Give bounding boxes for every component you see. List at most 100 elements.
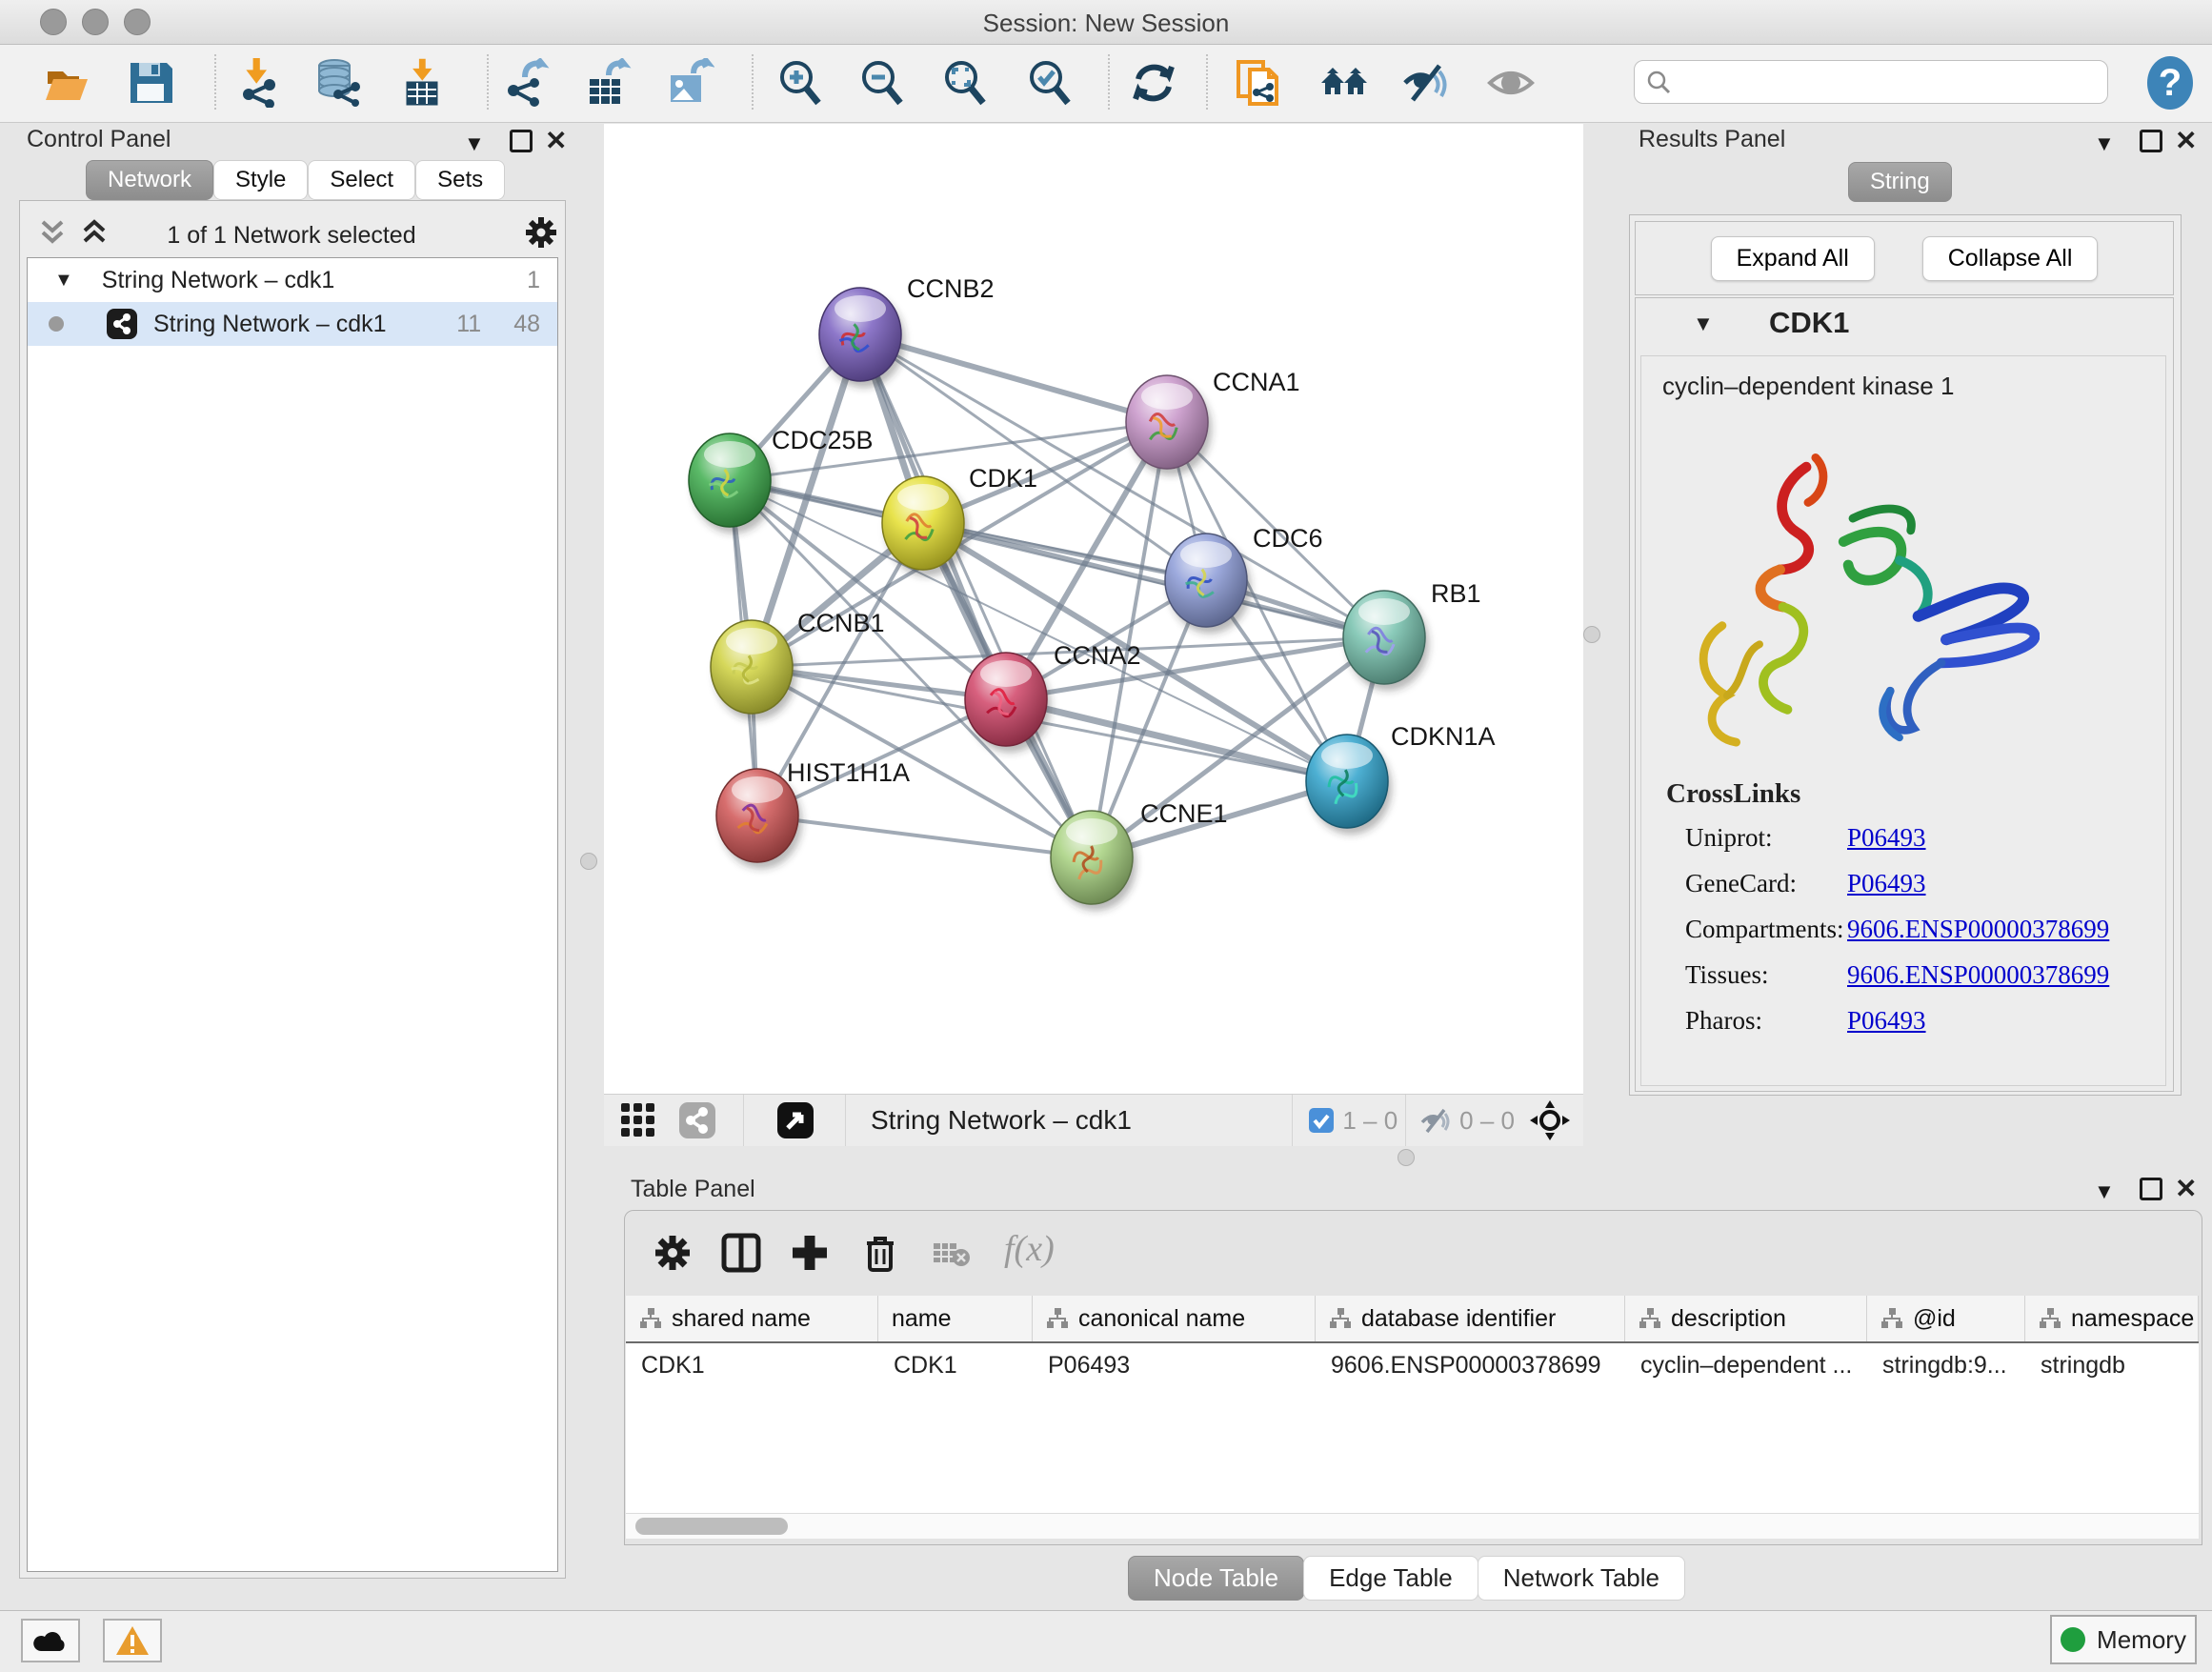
tab-string[interactable]: String	[1848, 162, 1952, 202]
table-panel-close-icon[interactable]: ✕	[2175, 1173, 2197, 1204]
network-share-view-icon[interactable]	[678, 1101, 716, 1139]
save-session-icon[interactable]	[126, 58, 175, 108]
crosslink-row: GeneCard:P06493	[1685, 869, 2165, 898]
table-cell[interactable]: CDK1	[626, 1352, 878, 1380]
node-CCNE1[interactable]: CCNE1	[1051, 799, 1228, 911]
column-header-shared-name[interactable]: shared name	[626, 1296, 878, 1341]
results-panel-close-icon[interactable]: ✕	[2175, 125, 2197, 156]
node-CDKN1A[interactable]: CDKN1A	[1306, 722, 1496, 835]
table-cell[interactable]: cyclin–dependent ...	[1625, 1352, 1867, 1380]
table-row[interactable]: CDK1CDK1P064939606.ENSP00000378699cyclin…	[626, 1343, 2199, 1387]
hidden-eye-icon[interactable]	[1419, 1106, 1452, 1135]
memory-button[interactable]: Memory	[2050, 1615, 2197, 1664]
crosslink-link[interactable]: 9606.ENSP00000378699	[1847, 915, 2109, 944]
node-HIST1H1A[interactable]: HIST1H1A	[716, 758, 910, 869]
import-table-icon[interactable]	[398, 58, 448, 108]
column-header-database-identifier[interactable]: database identifier	[1316, 1296, 1625, 1341]
table-panel-menu-icon[interactable]: ▼	[2094, 1179, 2115, 1204]
network-collection-row[interactable]: ▼ String Network – cdk1 1	[28, 258, 557, 302]
search-box[interactable]	[1634, 60, 2108, 104]
expand-all-button[interactable]: Expand All	[1711, 236, 1875, 281]
first-neighbors-icon[interactable]	[1319, 58, 1369, 108]
left-splitter-handle[interactable]	[580, 853, 597, 870]
results-panel-menu-icon[interactable]: ▼	[2094, 131, 2115, 156]
column-header-namespace[interactable]: namespace	[2025, 1296, 2199, 1341]
node-CCNA1[interactable]: CCNA1	[1126, 368, 1300, 475]
bottom-splitter-handle[interactable]	[1398, 1149, 1415, 1166]
table-panel-float-icon[interactable]	[2140, 1178, 2162, 1200]
zoom-fit-icon[interactable]	[940, 58, 990, 108]
node-RB1[interactable]: RB1	[1343, 579, 1481, 691]
cloud-button[interactable]	[21, 1619, 80, 1662]
crosslink-link[interactable]: 9606.ENSP00000378699	[1847, 960, 2109, 990]
table-cell[interactable]: CDK1	[878, 1352, 1033, 1380]
string-network-graph[interactable]: CCNB2 CCNA1 CDC25B CDK1 CDC6 R	[604, 124, 1583, 1094]
tab-network[interactable]: Network	[86, 160, 213, 200]
export-image-icon[interactable]	[665, 58, 714, 108]
shared-column-icon	[1880, 1307, 1903, 1330]
refresh-icon[interactable]	[1129, 58, 1178, 108]
crosslink-link[interactable]: P06493	[1847, 823, 1926, 853]
search-input[interactable]	[1671, 68, 2075, 96]
network-canvas[interactable]: CCNB2 CCNA1 CDC25B CDK1 CDC6 R	[604, 124, 1583, 1094]
birds-eye-view-icon[interactable]	[776, 1101, 814, 1139]
import-network-icon[interactable]	[233, 58, 283, 108]
delete-column-icon[interactable]	[859, 1232, 901, 1274]
export-table-icon[interactable]	[582, 58, 632, 108]
column-header-name[interactable]: name	[878, 1296, 1033, 1341]
help-button[interactable]: ?	[2147, 56, 2193, 110]
hide-selected-icon[interactable]	[1401, 58, 1451, 108]
shared-column-icon	[1329, 1307, 1352, 1330]
gene-description: cyclin–dependent kinase 1	[1662, 372, 2165, 401]
zoom-selected-icon[interactable]	[1025, 58, 1075, 108]
crosslink-row: Tissues:9606.ENSP00000378699	[1685, 960, 2165, 990]
crosslink-link[interactable]: P06493	[1847, 869, 1926, 898]
node-CDC25B[interactable]: CDC25B	[689, 426, 874, 534]
selected-checkbox-icon[interactable]	[1308, 1107, 1335, 1134]
import-database-icon[interactable]	[313, 58, 363, 108]
fit-selected-crosshair-icon[interactable]	[1530, 1100, 1570, 1140]
scrollbar-thumb[interactable]	[635, 1518, 788, 1535]
zoom-in-icon[interactable]	[775, 58, 825, 108]
column-header-canonical-name[interactable]: canonical name	[1033, 1296, 1316, 1341]
toolbar-separator	[845, 1095, 846, 1146]
tab-node-table[interactable]: Node Table	[1128, 1556, 1304, 1601]
node-CCNB2[interactable]: CCNB2	[819, 274, 995, 388]
open-session-icon[interactable]	[42, 58, 91, 108]
tab-select[interactable]: Select	[308, 160, 415, 200]
table-cell[interactable]: P06493	[1033, 1352, 1316, 1380]
tab-sets[interactable]: Sets	[415, 160, 505, 200]
network-row[interactable]: String Network – cdk1 11 48	[28, 302, 557, 346]
control-panel-float-icon[interactable]	[510, 130, 533, 152]
add-column-icon[interactable]	[789, 1232, 831, 1274]
right-splitter-handle[interactable]	[1583, 626, 1600, 643]
crosslink-link[interactable]: P06493	[1847, 1006, 1926, 1036]
table-cell[interactable]: stringdb:9...	[1867, 1352, 2025, 1380]
gene-expander-icon[interactable]: ▼	[1693, 312, 1714, 336]
collection-expander-icon[interactable]: ▼	[54, 270, 73, 292]
table-cell[interactable]: 9606.ENSP00000378699	[1316, 1352, 1625, 1380]
table-horizontal-scrollbar[interactable]	[626, 1513, 2199, 1539]
export-network-icon[interactable]	[500, 58, 550, 108]
table-header-row: shared namename canonical name database …	[626, 1296, 2199, 1343]
warning-button[interactable]	[103, 1619, 162, 1662]
results-panel-float-icon[interactable]	[2140, 130, 2162, 152]
column-header--id[interactable]: @id	[1867, 1296, 2025, 1341]
zoom-out-icon[interactable]	[857, 58, 907, 108]
control-panel-menu-icon[interactable]: ▼	[464, 131, 485, 156]
node-label-CDKN1A: CDKN1A	[1391, 722, 1496, 751]
table-gear-icon[interactable]	[652, 1232, 694, 1274]
duplicate-network-icon[interactable]	[1235, 58, 1284, 108]
crosslinks-title: CrossLinks	[1666, 778, 2165, 810]
collapse-all-button[interactable]: Collapse All	[1922, 236, 2099, 281]
tab-style[interactable]: Style	[213, 160, 308, 200]
gene-name: CDK1	[1769, 306, 1849, 340]
control-panel-close-icon[interactable]: ✕	[545, 125, 567, 156]
table-cell[interactable]: stringdb	[2025, 1352, 2199, 1380]
show-columns-icon[interactable]	[720, 1232, 762, 1274]
tab-network-table[interactable]: Network Table	[1478, 1556, 1685, 1601]
gear-icon[interactable]	[523, 214, 559, 251]
tab-edge-table[interactable]: Edge Table	[1303, 1556, 1478, 1601]
column-header-description[interactable]: description	[1625, 1296, 1867, 1341]
grid-view-icon[interactable]	[619, 1101, 657, 1139]
